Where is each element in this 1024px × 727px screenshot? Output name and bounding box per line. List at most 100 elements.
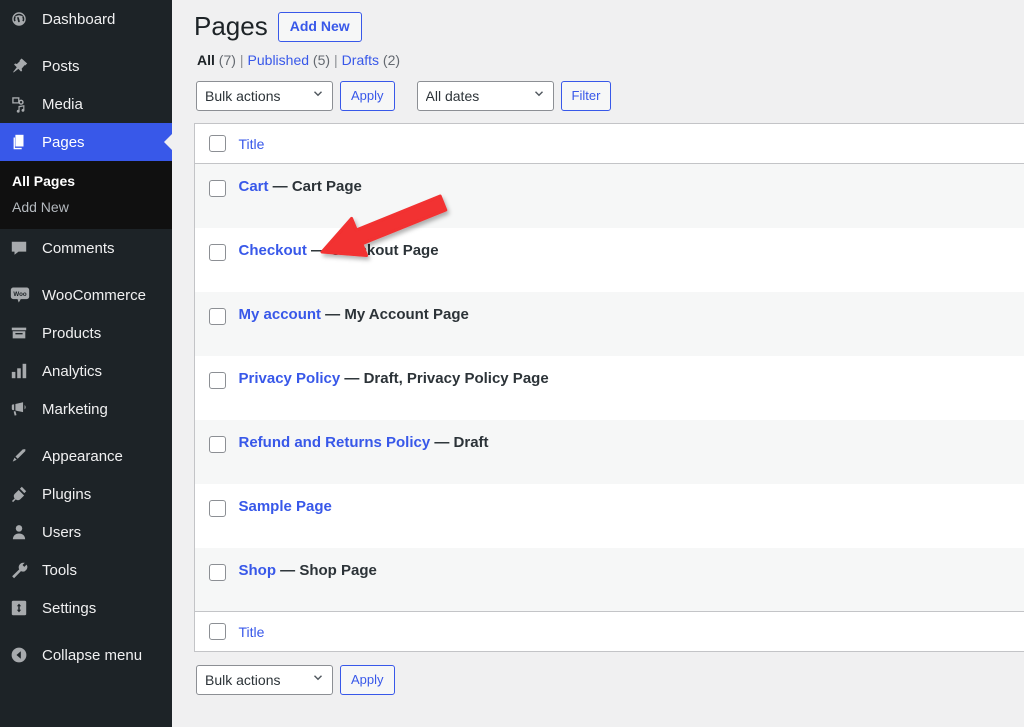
sidebar-submenu-pages: All Pages Add New xyxy=(0,161,172,229)
status-link-drafts[interactable]: Drafts xyxy=(342,52,379,68)
row-checkbox[interactable] xyxy=(209,307,226,325)
row-checkbox-cell xyxy=(195,292,239,356)
sidebar-item-settings[interactable]: Settings xyxy=(0,589,172,627)
row-post-state: — Draft xyxy=(430,433,489,451)
row-checkbox[interactable] xyxy=(209,371,226,389)
sidebar-item-collapse-menu[interactable]: Collapse menu xyxy=(0,636,172,674)
plugins-icon xyxy=(10,484,38,504)
row-checkbox-cell xyxy=(195,548,239,612)
sidebar-item-label: Appearance xyxy=(42,447,123,465)
row-title-cell: Checkout — Checkout Page xyxy=(239,228,1024,292)
sidebar-separator xyxy=(0,38,172,47)
dashboard-icon xyxy=(10,9,38,29)
page-header: Pages Add New xyxy=(194,8,1024,46)
sidebar-item-marketing[interactable]: Marketing xyxy=(0,390,172,428)
apply-button-bottom[interactable]: Apply xyxy=(340,665,395,695)
row-checkbox[interactable] xyxy=(209,499,226,517)
analytics-icon xyxy=(10,361,38,381)
row-title-link[interactable]: Cart xyxy=(239,178,269,195)
row-checkbox-cell xyxy=(195,228,239,292)
sidebar-item-label: Settings xyxy=(42,599,97,617)
status-filter-links: All (7) | Published (5) | Drafts (2) xyxy=(197,52,1024,70)
select-all-checkbox-bottom[interactable] xyxy=(209,623,226,640)
sort-by-title-link-top[interactable]: Title xyxy=(239,136,265,152)
row-checkbox[interactable] xyxy=(209,180,226,197)
row-post-state: — Draft, Privacy Policy Page xyxy=(340,369,549,387)
row-checkbox[interactable] xyxy=(209,243,226,261)
tools-icon xyxy=(10,560,38,580)
row-title-link[interactable]: My account xyxy=(239,306,322,323)
sidebar-item-users[interactable]: Users xyxy=(0,513,172,551)
sidebar-item-dashboard[interactable]: Dashboard xyxy=(0,0,172,38)
row-checkbox-cell xyxy=(195,420,239,484)
collapse-icon xyxy=(10,645,38,665)
row-post-state: — Shop Page xyxy=(276,561,377,579)
sidebar-item-label: Tools xyxy=(42,561,78,579)
row-title-link[interactable]: Checkout xyxy=(239,242,307,259)
sidebar-item-comments[interactable]: Comments xyxy=(0,229,172,267)
sidebar-item-plugins[interactable]: Plugins xyxy=(0,475,172,513)
sidebar-item-pages[interactable]: Pages xyxy=(0,123,172,161)
filter-button[interactable]: Filter xyxy=(560,81,612,111)
dates-select[interactable]: All dates xyxy=(416,81,554,111)
woocommerce-icon: Woo xyxy=(10,285,38,305)
table-row: Checkout — Checkout Page xyxy=(195,228,1024,292)
submenu-item-add-new[interactable]: Add New xyxy=(0,194,172,220)
row-title-link[interactable]: Refund and Returns Policy xyxy=(239,434,431,451)
table-body: Cart — Cart Page Checkout — Checkout Page… xyxy=(194,163,1024,612)
dates-select-wrapper: All dates xyxy=(416,81,554,111)
sidebar-item-label: Users xyxy=(42,523,82,541)
row-title-cell: Sample Page xyxy=(239,484,1024,548)
row-checkbox-cell xyxy=(195,356,239,420)
wordpress-admin-screen: Dashboard Posts Media Pages All Pages Add New… xyxy=(0,0,1024,727)
select-all-checkbox-top[interactable] xyxy=(209,135,226,152)
sidebar-separator xyxy=(0,267,172,276)
bulk-actions-select-top[interactable]: Bulk actionsEditMove to Trash xyxy=(196,81,333,111)
sidebar-item-label: Marketing xyxy=(42,400,108,418)
tablenav-top: Bulk actionsEditMove to Trash Apply All … xyxy=(196,80,1024,112)
sidebar-item-media[interactable]: Media xyxy=(0,85,172,123)
bulk-actions-select-wrapper-bottom: Bulk actionsEditMove to Trash xyxy=(196,665,333,695)
apply-button-top[interactable]: Apply xyxy=(340,81,395,111)
title-column-header: Title xyxy=(238,123,1024,164)
sidebar-item-label: Collapse menu xyxy=(42,646,143,664)
sidebar-item-posts[interactable]: Posts xyxy=(0,47,172,85)
row-post-state: — My Account Page xyxy=(321,305,469,323)
tablenav-bottom: Bulk actionsEditMove to Trash Apply xyxy=(196,664,1024,696)
sidebar-item-label: Posts xyxy=(42,57,80,75)
sidebar-item-analytics[interactable]: Analytics xyxy=(0,352,172,390)
appearance-icon xyxy=(10,446,38,466)
table-row: Refund and Returns Policy — Draft xyxy=(194,419,1024,484)
sidebar-item-woocommerce[interactable]: Woo WooCommerce xyxy=(0,276,172,314)
row-title-link[interactable]: Privacy Policy xyxy=(239,370,341,387)
row-title-cell: Refund and Returns Policy — Draft xyxy=(239,420,1024,484)
sidebar-item-tools[interactable]: Tools xyxy=(0,551,172,589)
pages-icon xyxy=(10,132,38,152)
marketing-icon xyxy=(10,399,38,419)
row-checkbox-cell xyxy=(195,164,239,228)
row-title-link[interactable]: Shop xyxy=(239,562,277,579)
sidebar-item-label: Plugins xyxy=(42,485,92,503)
status-link-published[interactable]: Published xyxy=(248,52,310,68)
svg-text:Woo: Woo xyxy=(13,291,26,298)
row-title-cell: My account — My Account Page xyxy=(239,292,1024,356)
sidebar-item-appearance[interactable]: Appearance xyxy=(0,437,172,475)
sidebar-item-label: Pages xyxy=(42,133,85,151)
table-row: Shop — Shop Page xyxy=(194,547,1024,612)
pin-icon xyxy=(10,56,38,76)
table-row: Privacy Policy — Draft, Privacy Policy P… xyxy=(195,356,1024,420)
submenu-item-all-pages[interactable]: All Pages xyxy=(0,168,172,194)
row-title-link[interactable]: Sample Page xyxy=(239,498,332,515)
users-icon xyxy=(10,522,38,542)
status-count-published: (5) xyxy=(309,52,331,68)
status-link-all[interactable]: All xyxy=(197,52,215,68)
add-new-button[interactable]: Add New xyxy=(277,11,362,43)
row-checkbox-cell xyxy=(195,484,239,548)
bulk-actions-select-bottom[interactable]: Bulk actionsEditMove to Trash xyxy=(196,665,333,695)
sort-by-title-link-bottom[interactable]: Title xyxy=(239,624,265,640)
sidebar-item-label: Products xyxy=(42,324,102,342)
sidebar-item-label: Comments xyxy=(42,239,115,257)
sidebar-item-products[interactable]: Products xyxy=(0,314,172,352)
row-checkbox[interactable] xyxy=(209,435,226,453)
row-checkbox[interactable] xyxy=(209,563,226,581)
